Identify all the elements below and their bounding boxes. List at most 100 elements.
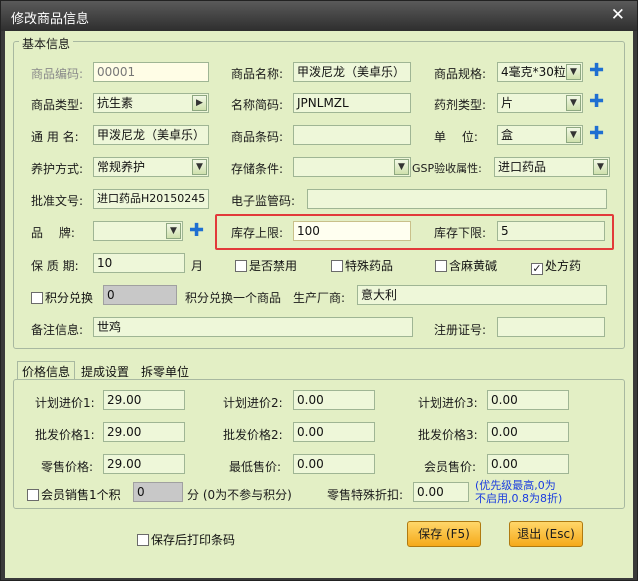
points-field[interactable]: 0: [103, 285, 177, 305]
shelf-life-field[interactable]: 10: [93, 253, 185, 273]
plan3-label: 计划进价3:: [418, 396, 478, 410]
plan3-field[interactable]: 0.00: [487, 390, 569, 410]
type-select[interactable]: 抗生素 ▶: [93, 93, 209, 113]
wholesale2-field[interactable]: 0.00: [293, 422, 375, 442]
short-label: 名称简码:: [231, 98, 284, 112]
tab-split-unit[interactable]: 拆零单位: [137, 362, 193, 380]
member-points-field[interactable]: 0: [133, 482, 183, 502]
name-field[interactable]: 甲泼尼龙（美卓乐）: [293, 62, 411, 82]
discount-label: 零售特殊折扣:: [327, 488, 404, 502]
retail-field[interactable]: 29.00: [103, 454, 185, 474]
chevron-down-icon[interactable]: ▼: [593, 159, 608, 175]
maker-label: 生产厂商:: [293, 291, 346, 305]
checkbox-box[interactable]: [31, 292, 43, 304]
type-label: 商品类型:: [31, 98, 84, 112]
stock-lower-label: 库存下限:: [434, 226, 487, 240]
reg-field[interactable]: [497, 317, 605, 337]
shelf-life-label: 保 质 期:: [31, 259, 79, 273]
wholesale2-label: 批发价格2:: [223, 428, 283, 442]
stock-upper-field[interactable]: 100: [293, 221, 411, 241]
code-field[interactable]: 00001: [93, 62, 209, 82]
tab-commission[interactable]: 提成设置: [77, 362, 133, 380]
chevron-down-icon[interactable]: ▼: [394, 159, 409, 175]
unit-value: 盒: [501, 128, 514, 142]
member-points-suffix: 分 (0为不参与积分): [187, 488, 292, 502]
gsp-value: 进口药品: [498, 160, 547, 174]
brand-select[interactable]: ▼: [93, 221, 183, 241]
name-label: 商品名称:: [231, 67, 284, 81]
ephedrine-checkbox[interactable]: 含麻黄碱: [435, 257, 497, 274]
rx-label: 处方药: [545, 259, 582, 273]
storage-select[interactable]: ▼: [293, 157, 411, 177]
retail-label: 零售价格:: [41, 460, 94, 474]
member-points-checkbox[interactable]: 会员销售1个积: [27, 486, 121, 503]
discount-note-line2: 不启用,0.8为8折): [475, 492, 563, 505]
tab-price-info[interactable]: 价格信息: [17, 361, 76, 379]
chevron-down-icon[interactable]: ▼: [566, 127, 581, 143]
wholesale1-label: 批发价格1:: [35, 428, 95, 442]
points-redeem-checkbox[interactable]: 积分兑换: [31, 289, 93, 306]
care-select[interactable]: 常规养护 ▼: [93, 157, 209, 177]
gsp-label: GSP验收属性:: [412, 162, 482, 175]
checkbox-box[interactable]: [435, 260, 447, 272]
plan1-field[interactable]: 29.00: [103, 390, 185, 410]
short-code-field[interactable]: JPNLMZL: [293, 93, 411, 113]
dosage-label: 药剂类型:: [434, 98, 487, 112]
banned-checkbox[interactable]: 是否禁用: [235, 257, 297, 274]
gsp-select[interactable]: 进口药品 ▼: [494, 157, 610, 177]
supervise-code-field[interactable]: [307, 189, 607, 209]
title-bar[interactable]: 修改商品信息 ✕: [1, 1, 637, 31]
print-after-save-checkbox[interactable]: 保存后打印条码: [137, 531, 235, 548]
wholesale1-field[interactable]: 29.00: [103, 422, 185, 442]
plan2-field[interactable]: 0.00: [293, 390, 375, 410]
code-label: 商品编码:: [31, 67, 84, 81]
reg-label: 注册证号:: [434, 323, 487, 337]
chevron-down-icon[interactable]: ▼: [192, 159, 207, 175]
add-spec-plus-icon[interactable]: ✚: [589, 62, 604, 80]
spec-label: 商品规格:: [434, 67, 487, 81]
close-icon[interactable]: ✕: [611, 5, 625, 25]
exit-button[interactable]: 退出 (Esc): [509, 521, 583, 547]
checkbox-box[interactable]: [331, 260, 343, 272]
approval-field[interactable]: 进口药品H20150245: [93, 189, 209, 209]
checkmark-icon[interactable]: ✓: [531, 263, 543, 275]
discount-field[interactable]: 0.00: [413, 482, 469, 502]
unit-select[interactable]: 盒 ▼: [497, 125, 583, 145]
add-brand-plus-icon[interactable]: ✚: [189, 222, 204, 240]
remark-field[interactable]: 世鸡: [93, 317, 413, 337]
barcode-field[interactable]: [293, 125, 411, 145]
wholesale3-field[interactable]: 0.00: [487, 422, 569, 442]
member-points-label: 会员销售1个积: [41, 488, 121, 502]
special-drug-checkbox[interactable]: 特殊药品: [331, 257, 393, 274]
chevron-right-icon[interactable]: ▶: [192, 95, 207, 111]
spec-select[interactable]: 4毫克*30粒 ▼: [497, 62, 583, 82]
plan1-label: 计划进价1:: [35, 396, 95, 410]
wholesale3-label: 批发价格3:: [418, 428, 478, 442]
chevron-down-icon[interactable]: ▼: [166, 223, 181, 239]
add-unit-plus-icon[interactable]: ✚: [589, 125, 604, 143]
points-suffix: 积分兑换一个商品: [185, 291, 282, 305]
add-dosage-plus-icon[interactable]: ✚: [589, 93, 604, 111]
discount-note: (优先级最高,0为 不启用,0.8为8折): [475, 479, 562, 505]
checkbox-box[interactable]: [137, 534, 149, 546]
dosage-value: 片: [501, 96, 514, 110]
min-price-field[interactable]: 0.00: [293, 454, 375, 474]
care-value: 常规养护: [97, 160, 146, 174]
save-button[interactable]: 保存 (F5): [407, 521, 481, 547]
care-label: 养护方式:: [31, 162, 84, 176]
member-price-field[interactable]: 0.00: [487, 454, 569, 474]
member-price-label: 会员售价:: [424, 460, 477, 474]
dialog-client: 基本信息 商品编码: 00001 商品名称: 甲泼尼龙（美卓乐） 商品规格: 4…: [5, 31, 633, 578]
maker-field[interactable]: 意大利: [357, 285, 607, 305]
chevron-down-icon[interactable]: ▼: [566, 64, 581, 80]
ephedrine-label: 含麻黄碱: [449, 259, 498, 273]
stock-lower-field[interactable]: 5: [497, 221, 605, 241]
rx-checkbox[interactable]: ✓ 处方药: [531, 257, 581, 275]
chevron-down-icon[interactable]: ▼: [566, 95, 581, 111]
checkbox-box[interactable]: [27, 489, 39, 501]
common-name-field[interactable]: 甲泼尼龙（美卓乐）: [93, 125, 209, 145]
dosage-select[interactable]: 片 ▼: [497, 93, 583, 113]
basic-info-legend: 基本信息: [19, 35, 74, 52]
checkbox-box[interactable]: [235, 260, 247, 272]
print-after-save-label: 保存后打印条码: [151, 533, 236, 547]
